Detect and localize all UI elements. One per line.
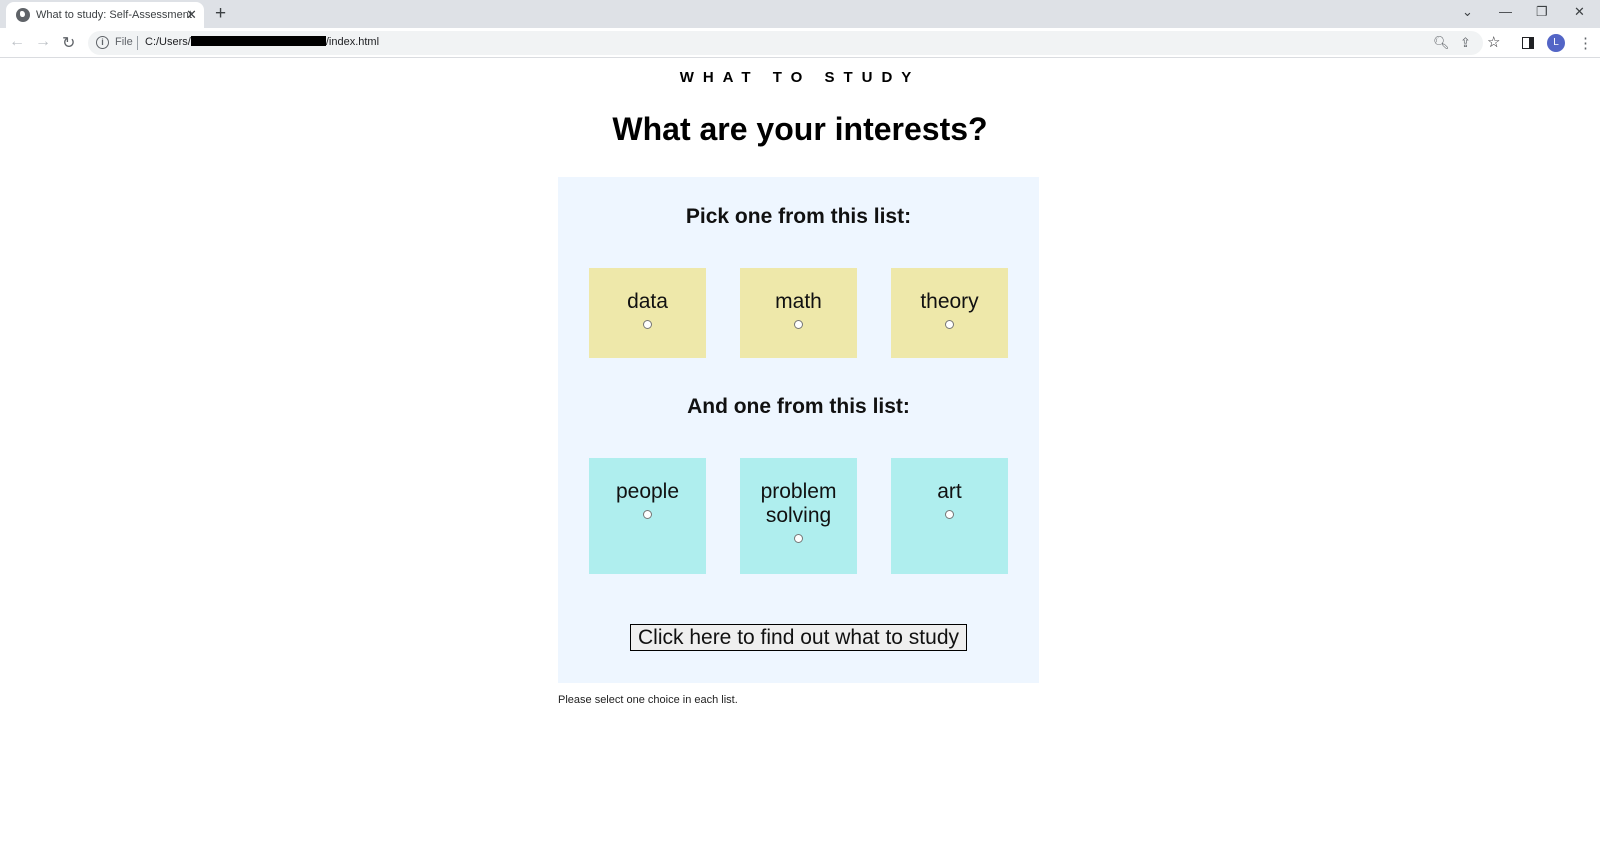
minimize-button[interactable]: —: [1499, 4, 1512, 19]
option-label: math: [775, 290, 822, 313]
tab-title: What to study: Self-Assessment: [36, 9, 192, 21]
radio-button[interactable]: [945, 510, 954, 519]
restore-button[interactable]: ❐: [1536, 4, 1548, 20]
radio-button[interactable]: [945, 320, 954, 329]
browser-tab[interactable]: What to study: Self-Assessment ✕: [6, 2, 204, 28]
option-label: data: [627, 290, 668, 313]
reload-icon[interactable]: ↻: [62, 33, 75, 53]
tab-bar: What to study: Self-Assessment ✕ + ⌄ — ❐…: [0, 0, 1600, 28]
option-data[interactable]: data: [589, 268, 706, 358]
menu-icon[interactable]: ⋮: [1578, 34, 1593, 52]
page-title: What are your interests?: [612, 111, 988, 147]
option-problem-solving[interactable]: problem solving: [740, 458, 857, 574]
option-label: problem solving: [760, 480, 837, 527]
url-prefix: C:/Users/: [145, 36, 191, 48]
option-label: art: [937, 480, 962, 503]
url-text: C:/Users/ /index.html: [145, 36, 379, 48]
close-window-button[interactable]: ✕: [1574, 4, 1585, 20]
radio-button[interactable]: [643, 320, 652, 329]
option-people[interactable]: people: [589, 458, 706, 574]
browser-toolbar: ← → ↻ i File C:/Users/ /index.html 🔍︎ ⇪ ☆…: [0, 28, 1600, 58]
globe-icon: [16, 8, 30, 22]
side-panel-icon[interactable]: [1522, 37, 1534, 49]
star-icon[interactable]: ☆: [1487, 33, 1500, 51]
address-bar[interactable]: i File C:/Users/ /index.html 🔍︎ ⇪ ☆: [88, 31, 1500, 55]
radio-button[interactable]: [794, 534, 803, 543]
tab-search-icon[interactable]: ⌄: [1462, 4, 1473, 20]
option-math[interactable]: math: [740, 268, 857, 358]
list1-title: Pick one from this list:: [685, 205, 912, 228]
redacted-path: [190, 36, 326, 46]
option-theory[interactable]: theory: [891, 268, 1008, 358]
radio-button[interactable]: [794, 320, 803, 329]
option-label: people: [615, 480, 680, 503]
find-out-button[interactable]: Click here to find out what to study: [630, 624, 967, 651]
url-scheme: File: [115, 36, 133, 48]
url-suffix: /index.html: [325, 36, 380, 48]
tab-close-icon[interactable]: ✕: [186, 7, 197, 23]
back-icon[interactable]: ←: [9, 33, 25, 51]
option-label: theory: [920, 290, 979, 313]
info-icon[interactable]: i: [96, 36, 109, 49]
list2-title: And one from this list:: [687, 395, 910, 418]
divider: [137, 36, 138, 50]
brand-title: WHAT TO STUDY: [679, 69, 921, 86]
profile-avatar[interactable]: L: [1547, 34, 1565, 52]
zoom-icon[interactable]: 🔍︎: [1433, 35, 1450, 51]
page-content: WHAT TO STUDY What are your interests? P…: [0, 59, 1600, 862]
new-tab-button[interactable]: +: [215, 3, 226, 25]
share-icon[interactable]: ⇪: [1460, 35, 1471, 51]
assessment-panel: Pick one from this list: data math theor…: [558, 177, 1039, 683]
radio-button[interactable]: [643, 510, 652, 519]
validation-message: Please select one choice in each list.: [558, 694, 738, 706]
option-art[interactable]: art: [891, 458, 1008, 574]
forward-icon[interactable]: →: [35, 33, 51, 51]
